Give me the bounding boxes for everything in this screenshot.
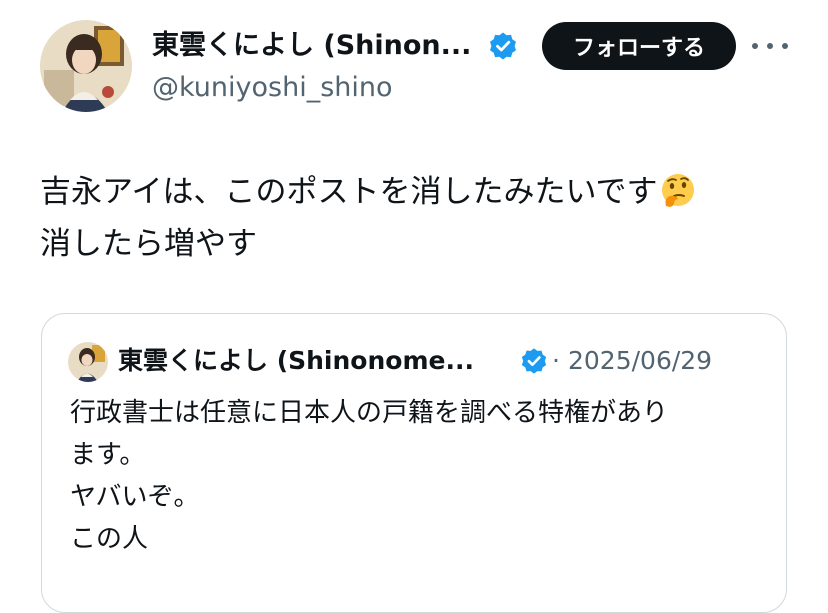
post-line-2: 消したら増やす: [40, 226, 257, 262]
more-dot: [752, 43, 758, 49]
post-line-1-text: 吉永アイは、このポストを消したみたいです: [40, 174, 658, 210]
more-dot: [782, 43, 788, 49]
follow-button[interactable]: フォローする: [542, 22, 736, 70]
post-line-1: 吉永アイは、このポストを消したみたいです: [40, 166, 800, 218]
quoted-post-card[interactable]: 東雲くによし (Shinonome... · 2025/06/29 行政書士は任…: [41, 313, 787, 613]
thinking-face-emoji-icon: [661, 174, 694, 207]
author-handle[interactable]: @kuniyoshi_shino: [152, 70, 393, 106]
more-dot: [767, 43, 773, 49]
quoted-line: ヤバいぞ。: [70, 482, 200, 512]
quoted-line: ます。: [70, 440, 146, 470]
quoted-line: この人: [70, 524, 149, 554]
author-display-name[interactable]: 東雲くによし (Shinon...: [152, 26, 471, 66]
quoted-verified-badge-icon: [521, 348, 547, 374]
quoted-line: 行政書士は任意に日本人の戸籍を調べる特権があり: [70, 398, 669, 428]
verified-badge-icon: [490, 32, 516, 60]
quoted-separator: ·: [552, 346, 560, 375]
author-avatar[interactable]: [40, 20, 132, 112]
post-body: 吉永アイは、このポストを消したみたいです 消したら増やす: [40, 166, 800, 270]
quoted-post-body: 行政書士は任意に日本人の戸籍を調べる特権があり ます。 ヤバいぞ。 この人: [70, 392, 770, 560]
quoted-post-date[interactable]: 2025/06/29: [568, 342, 712, 380]
quoted-avatar-illustration: [68, 342, 108, 382]
avatar-illustration: [40, 20, 132, 112]
quoted-author-avatar[interactable]: [68, 342, 108, 382]
quoted-author-name[interactable]: 東雲くによし (Shinonome...: [118, 342, 474, 380]
more-options-icon[interactable]: [752, 32, 788, 60]
